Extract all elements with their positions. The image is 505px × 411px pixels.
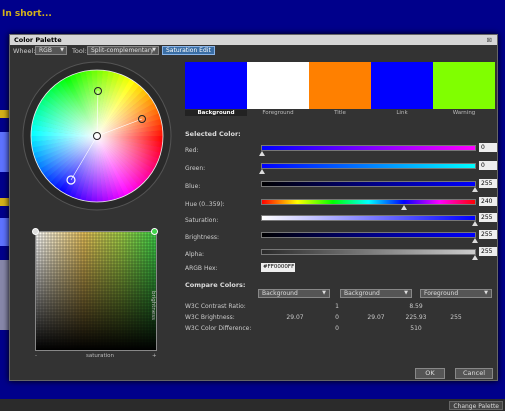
dialog-toolbar: Wheel: RGB ▼ Tool: Split-complementary ▼… [10, 45, 497, 56]
color-difference-label: W3C Color Difference: [185, 325, 252, 332]
color-difference-value: 510 [410, 325, 422, 332]
hex-label: ARGB Hex: [185, 265, 218, 272]
plane-plus-label: + [152, 353, 157, 359]
change-palette-button[interactable]: Change Palette [449, 401, 503, 410]
tool-select[interactable]: Split-complementary ▼ [87, 46, 159, 55]
hue-slider[interactable] [261, 199, 476, 210]
cancel-button[interactable]: Cancel [455, 368, 493, 379]
alpha-label: Alpha: [185, 251, 205, 258]
saturation-brightness-plane[interactable] [35, 231, 157, 351]
swatch-warning[interactable] [433, 62, 495, 109]
selected-color-title: Selected Color: [185, 130, 241, 138]
red-slider-thumb[interactable] [259, 151, 265, 156]
color-wheel-graphic [22, 61, 172, 211]
palette-swatches: Background Foreground Title Link Warning [185, 62, 498, 118]
compare-select-value: Background [262, 290, 298, 297]
hue-value-field[interactable]: 240 [479, 197, 497, 206]
blue-slider[interactable] [261, 181, 478, 192]
bottom-status-bar [0, 399, 505, 411]
hex-value-field[interactable]: #FF0000FF [261, 263, 295, 272]
swatch-link[interactable] [371, 62, 433, 109]
plane-minus-label: - [35, 353, 37, 359]
green-value-field[interactable]: 0 [479, 161, 497, 170]
red-slider[interactable] [259, 145, 476, 156]
close-icon[interactable]: ⊠ [487, 35, 492, 45]
compare-select-value: Background [344, 290, 380, 297]
blue-slider-thumb[interactable] [472, 187, 478, 192]
ok-button[interactable]: OK [415, 368, 445, 379]
dialog-titlebar: Color Palette ⊠ [10, 35, 497, 45]
compare-select-1[interactable]: Background ▼ [258, 289, 330, 298]
w3c-brightness-value: 0 [335, 314, 339, 321]
page-heading: In short... [2, 9, 52, 19]
contrast-ratio-label: W3C Contrast Ratio: [185, 303, 246, 310]
compare-colors-title: Compare Colors: [185, 281, 246, 289]
blue-label: Blue: [185, 183, 201, 190]
alpha-value-field[interactable]: 255 [479, 247, 497, 256]
plane-x-label: saturation [85, 353, 115, 359]
green-slider[interactable] [259, 163, 476, 174]
green-slider-thumb[interactable] [259, 169, 265, 174]
swatch-label[interactable]: Background [185, 110, 247, 116]
w3c-brightness-label: W3C Brightness: [185, 314, 235, 321]
swatch-label[interactable]: Warning [433, 110, 495, 116]
swatch-label[interactable]: Title [309, 110, 371, 116]
green-label: Green: [185, 165, 206, 172]
wheel-label: Wheel: [13, 47, 36, 55]
red-value-field[interactable]: 0 [479, 143, 497, 152]
brightness-value-field[interactable]: 255 [479, 230, 497, 239]
chevron-down-icon: ▼ [404, 290, 408, 296]
color-wheel[interactable] [22, 61, 172, 211]
saturation-edit-toggle[interactable]: Saturation Edit [162, 46, 215, 55]
plane-grid-graphic [36, 232, 156, 350]
contrast-ratio-value: 8.59 [409, 303, 423, 310]
alpha-slider-thumb[interactable] [472, 255, 478, 260]
plane-y-label: brightness [150, 291, 156, 321]
saturation-value-field[interactable]: 255 [479, 213, 497, 222]
plane-corner-handle[interactable] [151, 228, 158, 235]
red-label: Red: [185, 147, 199, 154]
hue-slider-thumb[interactable] [401, 205, 408, 210]
tool-select-value: Split-complementary [91, 47, 154, 54]
w3c-brightness-value: 29.07 [286, 314, 304, 321]
wheel-select[interactable]: RGB ▼ [35, 46, 67, 55]
swatch-title[interactable] [309, 62, 371, 109]
dialog-title: Color Palette [14, 36, 62, 44]
color-palette-dialog: Color Palette ⊠ Wheel: RGB ▼ Tool: Split… [9, 34, 498, 381]
w3c-brightness-value: 29.07 [367, 314, 385, 321]
plane-corner-handle[interactable] [32, 228, 39, 235]
w3c-brightness-value: 225.93 [405, 314, 427, 321]
w3c-brightness-value: 255 [450, 314, 462, 321]
saturation-slider-thumb[interactable] [472, 221, 478, 226]
swatch-label[interactable]: Foreground [247, 110, 309, 116]
saturation-slider[interactable] [261, 215, 478, 226]
color-difference-value: 0 [335, 325, 339, 332]
swatch-label[interactable]: Link [371, 110, 433, 116]
chevron-down-icon: ▼ [322, 290, 326, 296]
wheel-select-value: RGB [39, 47, 52, 54]
compare-select-3[interactable]: Foreground ▼ [420, 289, 492, 298]
swatch-foreground[interactable] [247, 62, 309, 109]
chevron-down-icon: ▼ [60, 47, 64, 53]
contrast-ratio-value: 1 [335, 303, 339, 310]
alpha-slider[interactable] [261, 249, 478, 260]
chevron-down-icon: ▼ [484, 290, 488, 296]
swatch-background[interactable] [185, 62, 247, 109]
blue-value-field[interactable]: 255 [479, 179, 497, 188]
brightness-slider[interactable] [261, 232, 478, 243]
brightness-label: Brightness: [185, 234, 219, 241]
saturation-label: Saturation: [185, 217, 219, 224]
chevron-down-icon: ▼ [152, 47, 156, 53]
hue-label: Hue (0..359): [185, 201, 225, 208]
tool-label: Tool: [72, 47, 87, 55]
compare-select-2[interactable]: Background ▼ [340, 289, 412, 298]
compare-select-value: Foreground [424, 290, 459, 297]
brightness-slider-thumb[interactable] [472, 238, 478, 243]
